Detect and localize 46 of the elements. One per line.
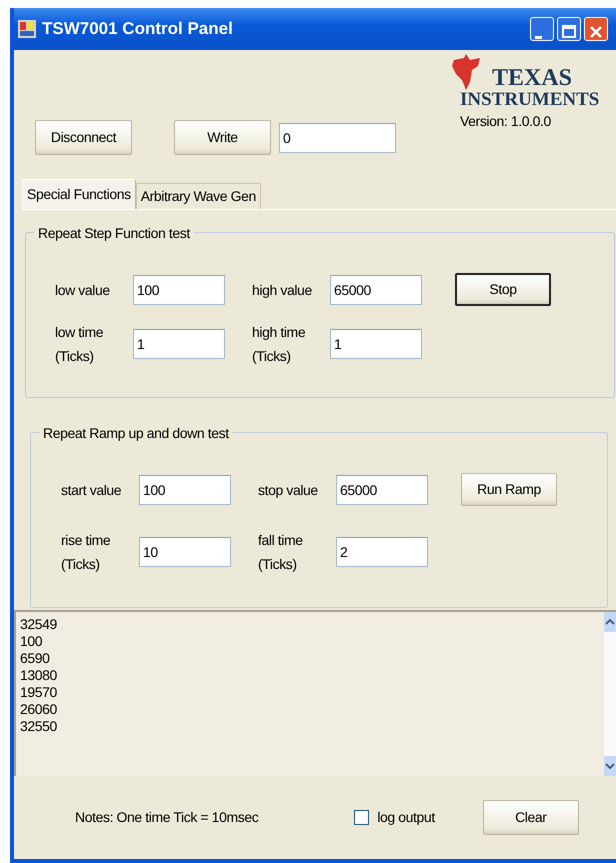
version-text: Version: 1.0.0.0 [460, 112, 552, 131]
app-icon [18, 20, 36, 38]
logo-text: TEXAS [492, 66, 572, 90]
logo-text: INSTRUMENTS [460, 90, 600, 109]
log-output-checkbox[interactable]: log output [354, 807, 435, 828]
notes-text: Notes: One time Tick = 10msec [75, 808, 258, 827]
maximize-button[interactable] [557, 17, 581, 41]
value-field[interactable]: 10 [139, 537, 231, 567]
value-field[interactable]: 100 [139, 474, 231, 504]
write-button[interactable]: Write [174, 120, 271, 155]
field-label: low value [55, 280, 111, 300]
log-line: 32549 [20, 616, 58, 633]
minimize-icon [534, 36, 542, 40]
field-label: fall time (Ticks) [258, 531, 304, 574]
log-line: 32550 [20, 718, 58, 735]
window-title: TSW7001 Control Panel [42, 18, 233, 40]
disconnect-button[interactable]: Disconnect [35, 120, 132, 155]
scroll-up-button[interactable] [604, 612, 616, 632]
value-field[interactable]: 65000 [330, 274, 422, 304]
field-label: high time (Ticks) [252, 323, 306, 366]
action-button[interactable]: Stop [455, 273, 551, 306]
chevron-down-icon [605, 762, 615, 770]
clear-button[interactable]: Clear [482, 800, 579, 835]
value-field[interactable]: 2 [336, 537, 428, 567]
value-field[interactable]: 65000 [336, 474, 428, 504]
tab[interactable]: Arbitrary Wave Gen [136, 183, 261, 209]
chevron-up-icon [605, 618, 615, 626]
log-line: 100 [20, 633, 44, 650]
log-line: 19570 [20, 684, 58, 701]
value-field[interactable]: 1 [133, 329, 225, 359]
scroll-down-button[interactable] [604, 756, 616, 776]
action-button[interactable]: Run Ramp [461, 473, 557, 506]
minimize-button[interactable] [530, 17, 554, 41]
field-label: high value [252, 280, 313, 300]
field-label: low time (Ticks) [55, 323, 104, 366]
tab[interactable]: Special Functions [22, 179, 136, 209]
log-line: 26060 [20, 701, 58, 718]
value-field[interactable]: 100 [133, 274, 225, 304]
field-label: rise time (Ticks) [61, 531, 112, 574]
value-field[interactable]: 1 [330, 329, 422, 359]
field-label: stop value [258, 480, 319, 500]
value-field[interactable]: 0 [279, 122, 396, 152]
log-line: 6590 [20, 650, 51, 667]
log-line: 13080 [20, 667, 58, 684]
close-button[interactable] [584, 17, 608, 41]
field-label: start value [61, 480, 122, 500]
